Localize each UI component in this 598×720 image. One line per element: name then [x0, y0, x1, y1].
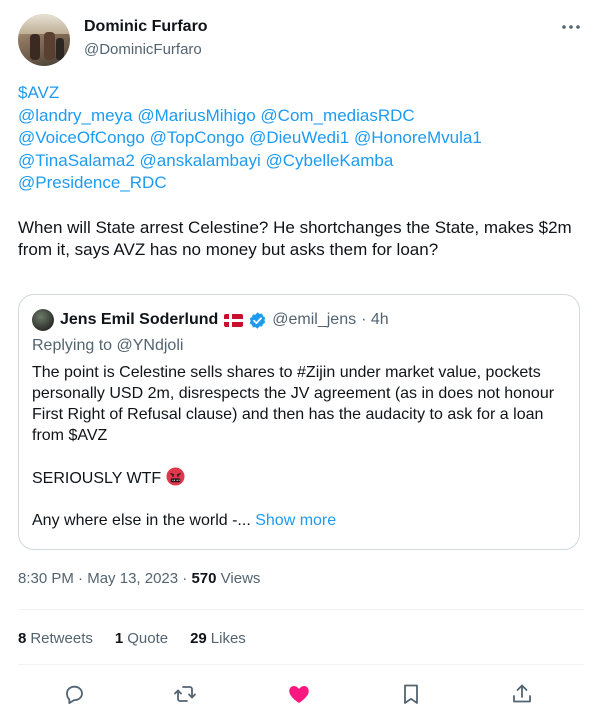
tweet-date[interactable]: May 13, 2023: [87, 570, 178, 587]
verified-badge-icon: [250, 311, 266, 329]
tweet-meta: 8:30 PM · May 13, 2023 · 570 Views: [18, 570, 260, 587]
tweet-body: $AVZ @landry_meya @MariusMihigo @Com_med…: [18, 82, 584, 262]
likes-stat[interactable]: 29 Likes: [190, 630, 246, 647]
more-dots-icon[interactable]: [560, 18, 582, 36]
mention-line: @Presidence_RDC: [18, 172, 584, 195]
separator: ·: [78, 570, 84, 587]
quotes-label: Quote: [127, 630, 169, 647]
quoted-paragraph: Any where else in the world -... Show mo…: [32, 510, 562, 531]
quoted-tweet[interactable]: Jens Emil Soderlund @emil_jens · 4h Repl…: [18, 294, 580, 550]
likes-count: 29: [190, 630, 207, 647]
separator: ·: [182, 570, 188, 587]
quoted-paragraph-text: Any where else in the world -...: [32, 512, 251, 529]
quoted-tweet-text: The point is Celestine sells shares to #…: [32, 362, 562, 531]
quoted-tweet-time[interactable]: · 4h: [361, 311, 389, 329]
retweet-icon[interactable]: [173, 682, 197, 706]
mention-link[interactable]: @Presidence_RDC: [18, 173, 167, 192]
quoted-tweet-header: Jens Emil Soderlund @emil_jens · 4h: [32, 309, 389, 331]
replying-to: Replying to @YNdjoli: [32, 337, 183, 355]
divider: [18, 664, 584, 665]
mention-line: @landry_meya @MariusMihigo @Com_mediasRD…: [18, 105, 584, 128]
quoted-paragraph: SERIOUSLY WTF: [32, 467, 562, 489]
likes-label: Likes: [210, 630, 246, 647]
mention-line: $AVZ: [18, 82, 584, 105]
quoted-author-name[interactable]: Jens Emil Soderlund: [60, 311, 218, 329]
quoted-author-handle[interactable]: @emil_jens: [272, 311, 356, 329]
quotes-stat[interactable]: 1 Quote: [115, 630, 168, 647]
views-count: 570: [191, 570, 217, 587]
show-more-link[interactable]: Show more: [255, 512, 336, 529]
mention-list: $AVZ @landry_meya @MariusMihigo @Com_med…: [18, 82, 584, 195]
retweets-count: 8: [18, 630, 27, 647]
reply-icon[interactable]: [62, 682, 86, 706]
mention-link[interactable]: @DieuWedi1: [249, 128, 349, 147]
mention-link[interactable]: @landry_meya: [18, 106, 133, 125]
quotes-count: 1: [114, 630, 124, 647]
quoted-author-avatar[interactable]: [32, 309, 54, 331]
retweets-label: Retweets: [30, 630, 93, 647]
replying-to-handle[interactable]: @YNdjoli: [117, 337, 184, 354]
replying-label: Replying to: [32, 337, 113, 354]
mention-line: @VoiceOfCongo @TopCongo @DieuWedi1 @Hono…: [18, 127, 584, 150]
engagement-stats: 8 Retweets 1 Quote 29 Likes: [18, 630, 246, 647]
mention-link[interactable]: @HonoreMvula1: [354, 128, 482, 147]
quoted-paragraph: The point is Celestine sells shares to #…: [32, 364, 555, 444]
mention-link[interactable]: @CybelleKamba: [265, 151, 393, 170]
author-name[interactable]: Dominic Furfaro: [84, 18, 208, 36]
tweet-header: Dominic Furfaro @DominicFurfaro: [18, 14, 584, 66]
bookmark-icon[interactable]: [399, 682, 423, 706]
denmark-flag-icon: [224, 313, 244, 327]
divider: [18, 609, 584, 610]
mention-link[interactable]: @TinaSalama2: [18, 151, 135, 170]
angry-face-emoji-icon: [166, 467, 185, 486]
tweet-time[interactable]: 8:30 PM: [18, 570, 74, 587]
mention-link[interactable]: @MariusMihigo: [137, 106, 255, 125]
author-handle[interactable]: @DominicFurfaro: [84, 41, 202, 58]
mention-link[interactable]: @TopCongo: [150, 128, 245, 147]
views-label: Views: [220, 570, 261, 587]
mention-link[interactable]: @anskalambayi: [140, 151, 261, 170]
author-avatar[interactable]: [18, 14, 70, 66]
action-bar: [18, 680, 584, 708]
tweet-text: When will State arrest Celestine? He sho…: [18, 217, 572, 260]
cashtag-link[interactable]: $AVZ: [18, 83, 59, 102]
retweets-stat[interactable]: 8 Retweets: [18, 630, 93, 647]
mention-link[interactable]: @VoiceOfCongo: [18, 128, 145, 147]
share-icon[interactable]: [510, 682, 534, 706]
mention-line: @TinaSalama2 @anskalambayi @CybelleKamba: [18, 150, 584, 173]
mention-link[interactable]: @Com_mediasRDC: [260, 106, 414, 125]
like-icon[interactable]: [287, 682, 311, 706]
quoted-paragraph-text: SERIOUSLY WTF: [32, 470, 162, 487]
